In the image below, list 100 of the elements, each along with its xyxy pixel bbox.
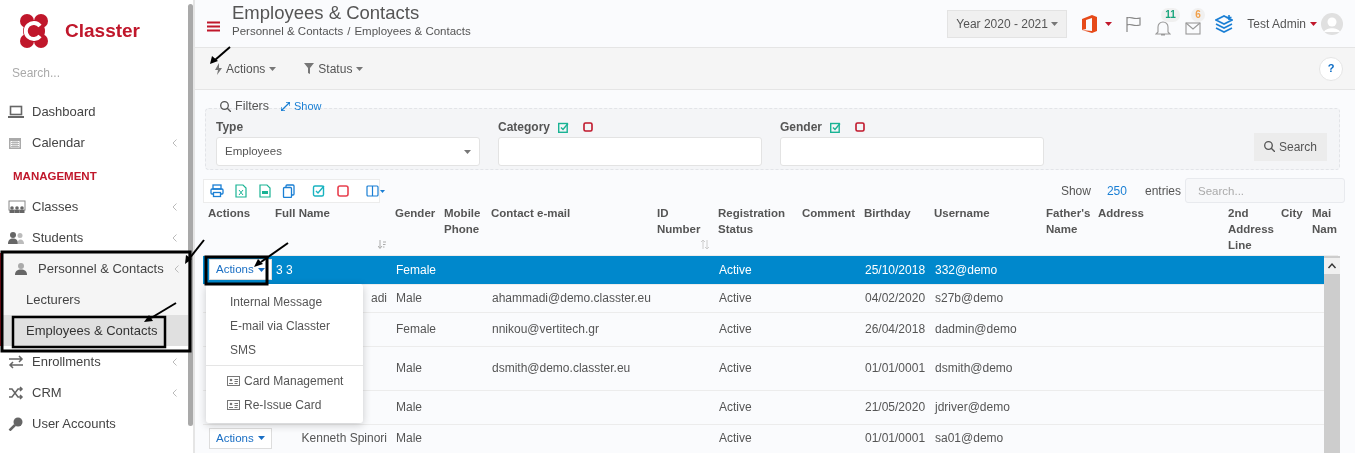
column-header[interactable]: Full Name	[275, 205, 388, 221]
annotation-arrow	[144, 302, 177, 322]
column-header[interactable]: 2nd Address Line	[1228, 205, 1274, 253]
gender-cell: Female	[396, 322, 436, 336]
mail-icon[interactable]	[1185, 20, 1202, 36]
user-menu[interactable]: Test Admin	[1247, 14, 1306, 33]
birthday-cell: 04/02/2020	[865, 291, 926, 305]
birthday-cell: 26/04/2018	[865, 322, 926, 336]
help-button[interactable]: ?	[1319, 56, 1343, 81]
entries-label: entries	[1144, 182, 1181, 200]
menu-icon[interactable]	[207, 21, 220, 32]
toolbar-dropdown[interactable]: Actions	[215, 59, 277, 78]
breadcrumb-separator: /	[347, 24, 351, 40]
input-field[interactable]	[498, 137, 762, 166]
csv-file-icon[interactable]	[258, 183, 272, 198]
column-header[interactable]: Mobile Phone	[444, 205, 484, 237]
input-field[interactable]	[780, 137, 1044, 166]
sidebar-item[interactable]: Enrollments	[0, 346, 185, 378]
name-cell: Kenneth Spinori	[301, 431, 387, 446]
email-cell: ahammadi@demo.classter.eu	[492, 291, 651, 305]
sidebar-item[interactable]: Personnel & Contacts	[2, 253, 187, 285]
name-cell: 3 3	[276, 262, 293, 277]
sidebar-item[interactable]: User Accounts	[0, 408, 185, 440]
status-cell: Active	[719, 431, 752, 446]
laptop-icon	[8, 104, 26, 119]
column-header[interactable]: Father's Name	[1046, 205, 1091, 237]
column-header[interactable]: City	[1281, 205, 1305, 221]
select-field[interactable]: Employees	[216, 137, 480, 166]
column-header[interactable]: Actions	[208, 205, 268, 221]
copy-icon[interactable]	[282, 183, 296, 198]
menu-item[interactable]: Re-Issue Card	[206, 392, 363, 417]
column-header[interactable]: Gender	[395, 205, 437, 221]
column-header[interactable]: ID Number	[657, 205, 711, 237]
sidebar-item[interactable]: Calendar	[0, 127, 185, 158]
column-header[interactable]: Comment	[802, 205, 857, 221]
search-button[interactable]: Search	[1253, 132, 1327, 161]
row-actions-button[interactable]: Actions	[209, 427, 272, 449]
layers-plus-icon[interactable]	[1215, 14, 1234, 33]
excel-file-icon[interactable]	[234, 183, 248, 198]
clear-all-icon[interactable]	[855, 122, 865, 132]
column-header[interactable]: Contact e-mail	[491, 205, 650, 221]
column-header[interactable]: Address	[1098, 205, 1221, 221]
menu-item[interactable]: Internal Message	[206, 289, 363, 314]
status-cell: Active	[719, 291, 752, 305]
caret-icon	[257, 267, 265, 272]
classroom-icon	[8, 199, 26, 214]
notification-count: 11	[1161, 7, 1180, 22]
status-cell: Active	[719, 400, 752, 414]
birthday-cell: 01/01/0001	[865, 361, 926, 375]
bell-icon[interactable]	[1155, 20, 1172, 36]
column-header[interactable]: Mai Nam	[1312, 205, 1336, 237]
caret-icon	[356, 66, 364, 71]
gender-cell: Male	[396, 431, 422, 446]
search-field[interactable]: Search...	[0, 64, 170, 82]
year-dropdown[interactable]: Year 2020 - 2021	[947, 9, 1068, 38]
menu-item[interactable]: Card Management	[206, 368, 363, 393]
select-all-icon[interactable]	[830, 121, 841, 133]
clear-all-icon[interactable]	[583, 122, 593, 132]
column-header[interactable]: Username	[934, 205, 1039, 221]
sidebar-item[interactable]: Students	[0, 222, 185, 254]
scroll-up-icon[interactable]	[1324, 257, 1340, 274]
menu-item[interactable]: E-mail via Classter	[206, 313, 363, 338]
breadcrumb-link[interactable]: Personnel & Contacts	[232, 23, 344, 41]
sort-descending-icon[interactable]	[378, 239, 386, 249]
sidebar-item[interactable]: Classes	[0, 191, 185, 223]
expand-icon[interactable]	[281, 101, 291, 111]
notification-count: 6	[1191, 7, 1205, 22]
annotation-arrow	[254, 242, 289, 267]
scrollbar[interactable]	[188, 4, 193, 426]
caret-icon[interactable]	[1310, 21, 1317, 26]
show-link[interactable]: Show	[294, 98, 322, 115]
toolbar-dropdown[interactable]: Status	[304, 59, 364, 78]
select-all-icon[interactable]	[558, 121, 569, 133]
print-icon[interactable]	[210, 183, 224, 198]
deselect-all-icon[interactable]	[336, 183, 350, 198]
gender-cell: Male	[396, 361, 422, 375]
show-label: Show	[1060, 182, 1091, 200]
column-header[interactable]: Registration Status	[718, 205, 795, 237]
birthday-cell: 21/05/2020	[865, 400, 926, 414]
office-icon[interactable]	[1081, 14, 1098, 33]
sidebar-subitem[interactable]: Employees & Contacts	[2, 315, 188, 347]
columns-icon[interactable]	[366, 183, 385, 198]
username-cell: dadmin@demo	[935, 322, 1017, 336]
entries-count-select[interactable]: 250	[1106, 181, 1127, 200]
sidebar-item[interactable]: Dashboard	[0, 96, 185, 127]
bolt-icon	[215, 62, 222, 75]
sidebar-subitem[interactable]: Lecturers	[2, 284, 188, 316]
table-search-field[interactable]: Search...	[1185, 178, 1345, 203]
filters-title: Filters	[235, 98, 270, 115]
gender-cell: Male	[396, 291, 422, 305]
select-all-icon[interactable]	[312, 183, 326, 198]
email-cell: dsmith@demo.classter.eu	[492, 361, 631, 375]
scrollbar[interactable]	[1324, 256, 1340, 453]
swap-arrows-icon	[8, 354, 26, 369]
flag-icon[interactable]	[1126, 15, 1142, 32]
username-cell: sa01@demo	[935, 431, 1004, 446]
sidebar-item[interactable]: CRM	[0, 377, 185, 409]
id-card-icon	[227, 399, 240, 410]
caret-icon[interactable]	[1105, 21, 1113, 26]
column-header[interactable]: Birthday	[864, 205, 927, 221]
